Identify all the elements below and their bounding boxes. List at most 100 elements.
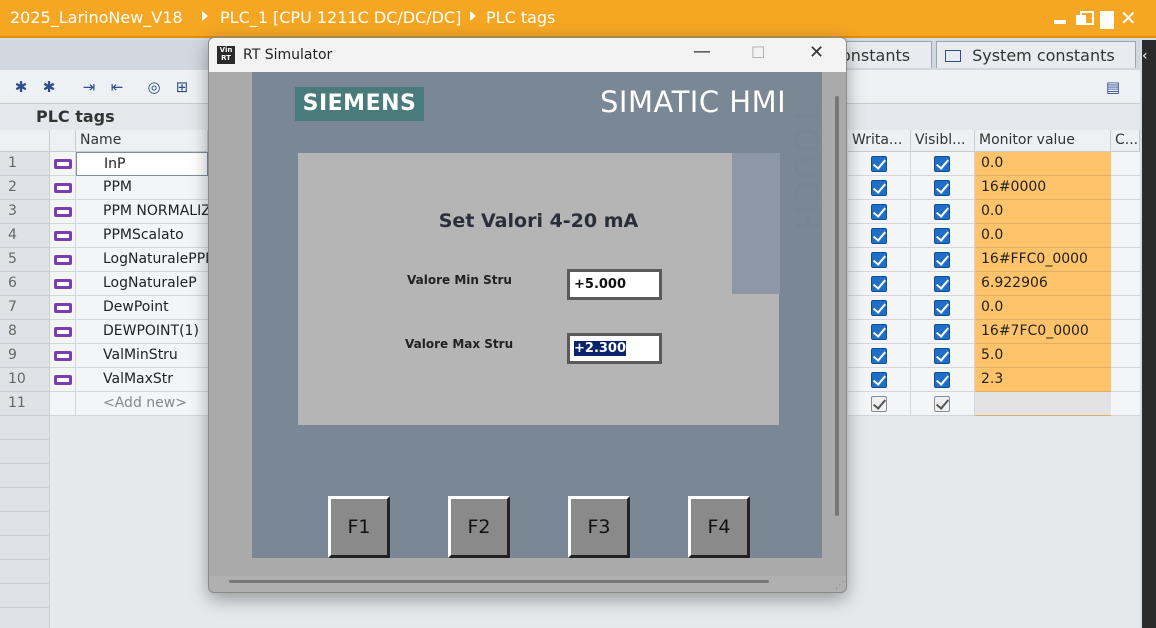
- max-value: +2.300: [574, 341, 627, 356]
- visible-checkbox[interactable]: [934, 348, 950, 364]
- f4-button[interactable]: F4: [688, 496, 750, 558]
- minimize-icon[interactable]: [1052, 10, 1068, 26]
- tab-system-constants[interactable]: System constants: [936, 41, 1136, 68]
- writable-cell: [848, 344, 911, 368]
- export-icon[interactable]: ⇥: [80, 78, 98, 96]
- constants-icon: [945, 50, 961, 62]
- insert-tag-icon[interactable]: ✱: [40, 78, 58, 96]
- writable-checkbox[interactable]: [871, 372, 887, 388]
- visible-checkbox[interactable]: [934, 276, 950, 292]
- settings-icon[interactable]: ▤: [1104, 78, 1122, 96]
- visible-checkbox[interactable]: [934, 228, 950, 244]
- row-number-empty: [0, 560, 50, 584]
- header-writable[interactable]: Writa...: [848, 130, 911, 152]
- comment-cell[interactable]: [1111, 248, 1140, 272]
- simulator-close-icon[interactable]: ✕: [809, 42, 824, 63]
- restore-icon[interactable]: [1075, 10, 1094, 26]
- row-icon-cell: [50, 296, 76, 320]
- writable-checkbox[interactable]: [871, 348, 887, 364]
- visible-cell: [911, 344, 975, 368]
- tag-icon: [54, 279, 72, 289]
- visible-cell: [911, 200, 975, 224]
- comment-cell[interactable]: [1111, 296, 1140, 320]
- tag-name-cell[interactable]: InP: [76, 152, 208, 176]
- comment-cell[interactable]: [1111, 224, 1140, 248]
- simulator-body: SIEMENS SIMATIC HMI Set Valori 4-20 mA V…: [209, 72, 846, 576]
- add-tag-icon[interactable]: ✱: [12, 78, 30, 96]
- writable-checkbox[interactable]: [871, 204, 887, 220]
- simulator-horizontal-scrollbar[interactable]: [229, 580, 769, 583]
- visible-checkbox[interactable]: [934, 204, 950, 220]
- tag-name-cell[interactable]: PPM NORMALIZZ: [76, 200, 208, 224]
- resize-grip-icon[interactable]: ⋰: [835, 580, 845, 591]
- tab-constants[interactable]: onstants: [832, 41, 932, 68]
- simulator-minimize-icon[interactable]: —: [693, 41, 711, 62]
- f3-button[interactable]: F3: [568, 496, 630, 558]
- visible-checkbox[interactable]: [934, 180, 950, 196]
- visible-checkbox[interactable]: [934, 156, 950, 172]
- monitor-value-cell: 16#FFC0_0000: [975, 248, 1111, 272]
- writable-checkbox[interactable]: [871, 228, 887, 244]
- visible-checkbox[interactable]: [934, 324, 950, 340]
- add-new-cell[interactable]: <Add new>: [76, 392, 208, 416]
- visible-checkbox[interactable]: [934, 372, 950, 388]
- close-icon[interactable]: ✕: [1120, 8, 1137, 28]
- comment-cell[interactable]: [1111, 200, 1140, 224]
- monitor-glasses-icon[interactable]: ◎: [145, 78, 163, 96]
- comment-cell[interactable]: [1111, 176, 1140, 200]
- comment-cell[interactable]: [1111, 392, 1140, 416]
- filter-icon[interactable]: ⊞: [173, 78, 191, 96]
- breadcrumb-device[interactable]: PLC_1 [CPU 1211C DC/DC/DC]: [220, 8, 461, 27]
- writable-checkbox[interactable]: [871, 396, 887, 412]
- touch-label: TOUCH: [786, 105, 826, 232]
- row-number: 6: [0, 272, 50, 296]
- tag-name-cell[interactable]: DEWPOINT(1): [76, 320, 208, 344]
- tag-name-cell[interactable]: LogNaturalePPM: [76, 248, 208, 272]
- visible-checkbox[interactable]: [934, 252, 950, 268]
- header-name[interactable]: Name: [76, 130, 208, 152]
- visible-checkbox[interactable]: [934, 300, 950, 316]
- writable-checkbox[interactable]: [871, 180, 887, 196]
- comment-cell[interactable]: [1111, 368, 1140, 392]
- comment-cell[interactable]: [1111, 320, 1140, 344]
- simulator-maximize-icon[interactable]: ☐: [751, 43, 765, 62]
- row-number: 8: [0, 320, 50, 344]
- hmi-panel: SIEMENS SIMATIC HMI Set Valori 4-20 mA V…: [252, 72, 826, 558]
- writable-checkbox[interactable]: [871, 324, 887, 340]
- tag-name-cell[interactable]: PPM: [76, 176, 208, 200]
- f1-button[interactable]: F1: [328, 496, 390, 558]
- f2-button[interactable]: F2: [448, 496, 510, 558]
- row-icon-cell: [50, 272, 76, 296]
- tag-name-cell[interactable]: DewPoint: [76, 296, 208, 320]
- visible-checkbox[interactable]: [934, 396, 950, 412]
- import-icon[interactable]: ⇤: [108, 78, 126, 96]
- tag-name-cell[interactable]: ValMaxStr: [76, 368, 208, 392]
- comment-cell[interactable]: [1111, 344, 1140, 368]
- header-visible[interactable]: Visibl...: [911, 130, 975, 152]
- monitor-value-cell: 0.0: [975, 224, 1111, 248]
- tag-name-cell[interactable]: LogNaturaleP: [76, 272, 208, 296]
- breadcrumb-project[interactable]: 2025_LarinoNew_V18: [10, 8, 183, 27]
- comment-cell[interactable]: [1111, 272, 1140, 296]
- row-icon-cell: [50, 152, 76, 176]
- writable-checkbox[interactable]: [871, 156, 887, 172]
- simulator-vertical-scrollbar[interactable]: [835, 96, 839, 516]
- comment-cell[interactable]: [1111, 152, 1140, 176]
- writable-checkbox[interactable]: [871, 300, 887, 316]
- collapse-icon[interactable]: ‹: [1142, 48, 1148, 64]
- header-comment[interactable]: C...: [1111, 130, 1140, 152]
- row-icon-cell: [50, 392, 76, 416]
- max-value-field[interactable]: +2.300: [567, 333, 662, 364]
- min-value-field[interactable]: +5.000: [567, 269, 662, 300]
- title-bar: 2025_LarinoNew_V18 PLC_1 [CPU 1211C DC/D…: [0, 0, 1156, 38]
- writable-checkbox[interactable]: [871, 252, 887, 268]
- monitor-value-cell: 0.0: [975, 152, 1111, 176]
- tag-name-cell[interactable]: PPMScalato: [76, 224, 208, 248]
- tag-name-cell[interactable]: ValMinStru: [76, 344, 208, 368]
- tag-icon: [54, 255, 72, 265]
- maximize-icon[interactable]: [1099, 10, 1115, 29]
- breadcrumb-section[interactable]: PLC tags: [486, 8, 555, 27]
- writable-checkbox[interactable]: [871, 276, 887, 292]
- header-monitor-value[interactable]: Monitor value: [975, 130, 1111, 152]
- visible-cell: [911, 296, 975, 320]
